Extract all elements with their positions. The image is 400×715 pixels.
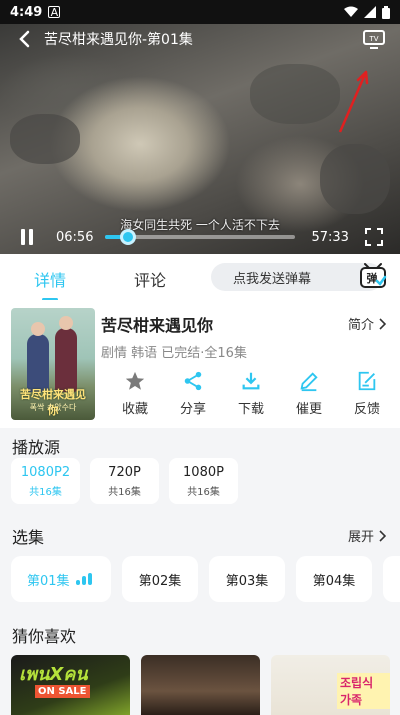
chevron-right-icon [379,529,386,542]
episode-label: 第03集 [225,573,269,589]
source-name: 1080P2 [20,464,71,480]
recommend-poster-art: 조립식 가족 [337,673,390,709]
pause-icon [21,229,25,245]
signal-icon [364,6,376,18]
recommend-title: 猜你喜欢 [12,627,77,646]
download-button[interactable]: 下载 [222,370,280,417]
video-title: 苦尽柑来遇见你-第01集 [44,32,193,48]
share-label: 分享 [179,402,206,417]
source-count: 共16集 [187,486,220,498]
cast-tv-button[interactable]: TV [360,27,388,51]
drama-title: 苦尽柑来遇见你 [101,316,214,335]
chevron-left-icon [19,30,30,48]
recommend-list: เพนXคน ON SALE 조립식 가족 [11,655,390,715]
source-name: 720P [108,464,141,480]
total-time: 57:33 [311,229,349,245]
expand-label: 展开 [347,530,374,545]
now-playing-icon [75,573,92,585]
video-player[interactable]: 苦尽柑来遇见你-第01集 TV 海女同生共死 一个人活不下去 06:56 57:… [0,24,400,254]
fullscreen-icon [365,228,383,246]
favorite-label: 收藏 [121,402,148,417]
pause-button[interactable] [16,226,38,248]
svg-text:TV: TV [368,35,378,43]
progress-knob[interactable] [120,229,137,245]
share-icon [184,371,202,391]
poster-figure [31,322,45,336]
feedback-label: 反馈 [353,402,380,417]
source-list: 1080P2 共16集 720P 共16集 1080P 共16集 [11,458,238,504]
action-bar: 收藏 分享 下载 催更 反馈 [106,370,396,417]
download-icon [242,372,260,390]
favorite-button[interactable]: 收藏 [106,370,164,417]
drama-info-card: 苦尽柑来遇见你 폭싹 속았수다 苦尽柑来遇见你 简介 剧情 韩语 已完结·全16… [0,300,400,428]
expand-episodes-button[interactable]: 展开 [348,526,386,545]
drama-meta: 剧情 韩语 已完结·全16集 [101,346,247,361]
recommend-item[interactable]: เพนXคน ON SALE [11,655,130,715]
sources-title: 播放源 [12,438,61,457]
chevron-right-icon [379,317,386,330]
fullscreen-button[interactable] [364,227,384,247]
svg-text:弹: 弹 [367,271,378,285]
video-frame-detail [250,64,340,124]
episode-label: 第04集 [312,573,356,589]
urge-update-label: 催更 [295,402,322,417]
current-time: 06:56 [56,229,94,245]
player-controls: 06:56 57:33 [0,220,400,254]
episode-label: 第02集 [138,573,182,589]
feedback-button[interactable]: 反馈 [338,370,396,417]
episode-item-05[interactable] [383,556,400,602]
share-button[interactable]: 分享 [164,370,222,417]
progress-bar[interactable] [105,229,296,245]
source-name: 1080P [183,464,224,480]
intro-button[interactable]: 简介 [348,314,386,333]
source-item-1080p[interactable]: 1080P 共16集 [169,458,238,504]
episode-item-02[interactable]: 第02集 [122,556,198,602]
recommend-poster-art: เพนXคน [19,664,88,685]
source-count: 共16集 [29,486,62,498]
video-frame-detail [10,114,80,164]
download-label: 下载 [237,402,264,417]
pen-icon [300,372,318,392]
status-icons [344,5,390,19]
source-count: 共16集 [108,486,141,498]
episode-list: 第01集 第02集 第03集 第04集 [11,556,400,602]
poster-figure [59,316,73,330]
tab-comments[interactable]: 评论 [134,267,166,291]
details-content: 苦尽柑来遇见你 폭싹 속았수다 苦尽柑来遇见你 简介 剧情 韩语 已完结·全16… [0,300,400,715]
source-item-720p[interactable]: 720P 共16集 [90,458,159,504]
urge-update-button[interactable]: 催更 [280,370,338,417]
tv-icon: TV [363,30,385,49]
poster-subtitle: 폭싹 속았수다 [29,403,77,412]
player-topbar: 苦尽柑来遇见你-第01集 TV [0,24,400,54]
tabs-row: 详情 评论 点我发送弹幕 弹 [0,254,400,301]
source-item-1080p2[interactable]: 1080P2 共16集 [11,458,80,504]
intro-label: 简介 [347,318,374,333]
recommend-item[interactable]: 조립식 가족 [271,655,390,715]
wifi-icon [344,6,358,17]
episode-label: 第01集 [27,573,70,589]
poster-figure [55,328,77,392]
episode-item-03[interactable]: 第03集 [209,556,285,602]
back-button[interactable] [12,27,36,51]
recommend-item[interactable] [141,655,260,715]
danmaku-placeholder: 点我发送弹幕 [233,271,312,287]
battery-icon [382,5,390,19]
status-time: 4:49 [10,4,43,20]
feedback-icon [358,371,376,391]
annotation-arrow [338,70,369,133]
episode-item-04[interactable]: 第04集 [296,556,372,602]
tab-details[interactable]: 详情 [34,267,66,301]
status-bar: 4:49 A [0,0,400,24]
recommend-poster-badge: ON SALE [35,685,90,698]
episodes-title: 选集 [12,528,45,547]
poster-figure [27,334,49,392]
episode-item-01[interactable]: 第01集 [11,556,111,602]
notification-a-icon: A [48,6,61,19]
danmaku-toggle-icon[interactable]: 弹 [359,261,387,289]
danmaku-input[interactable]: 点我发送弹幕 弹 [211,263,387,291]
drama-poster[interactable]: 苦尽柑来遇见你 폭싹 속았수다 [11,308,95,420]
star-icon [125,371,145,390]
video-frame-detail [320,144,390,214]
pause-icon [29,229,33,245]
